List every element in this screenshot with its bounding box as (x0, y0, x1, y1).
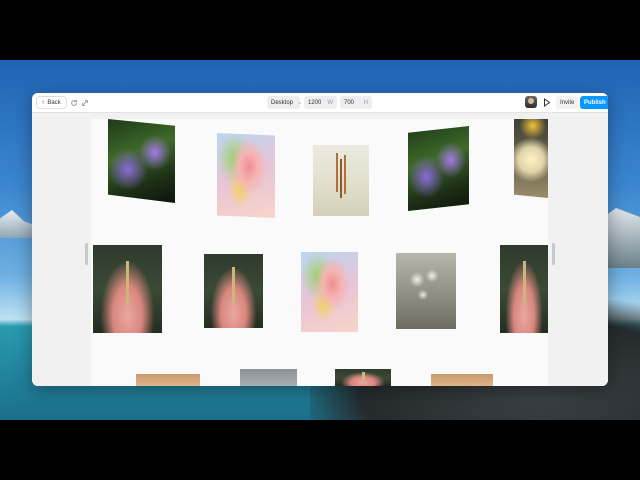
back-label: Back (47, 99, 61, 106)
gallery-image[interactable] (108, 119, 175, 203)
height-suffix: H (363, 99, 368, 106)
gallery-image[interactable] (431, 374, 493, 386)
gallery-image[interactable] (217, 133, 275, 218)
device-select-value: Desktop (271, 99, 294, 106)
resize-handle-right[interactable] (552, 243, 555, 265)
gallery-image[interactable] (93, 245, 162, 333)
expand-icon[interactable] (78, 96, 91, 109)
gallery-image[interactable] (313, 145, 369, 216)
height-value: 700 (344, 99, 355, 106)
publish-button[interactable]: Publish (580, 96, 608, 109)
gallery-image[interactable] (514, 119, 548, 198)
height-input[interactable]: 700 H (340, 96, 372, 109)
gallery-image[interactable] (240, 369, 297, 386)
device-select[interactable]: Desktop ⌄ (267, 96, 303, 109)
width-suffix: W (327, 99, 333, 106)
width-input[interactable]: 1200 W (304, 96, 337, 109)
gallery-image[interactable] (500, 245, 548, 333)
gallery-image[interactable] (136, 374, 200, 386)
preview-frame (91, 119, 548, 386)
play-icon[interactable] (541, 96, 553, 109)
invite-button[interactable]: Invite (556, 96, 579, 109)
back-button[interactable]: ‹ Back (36, 96, 67, 109)
gallery-image[interactable] (335, 369, 391, 386)
top-toolbar: ‹ Back Desktop ⌄ 1200 W 700 H Invite Pub… (32, 93, 608, 113)
chevron-left-icon: ‹ (42, 99, 45, 106)
gallery-image[interactable] (396, 253, 456, 329)
gallery-image[interactable] (408, 126, 469, 211)
canvas-area (32, 113, 608, 386)
gallery-image[interactable] (204, 254, 263, 328)
avatar[interactable] (525, 96, 537, 108)
resize-handle-left[interactable] (85, 243, 88, 265)
editor-window: ‹ Back Desktop ⌄ 1200 W 700 H Invite Pub… (32, 93, 608, 386)
width-value: 1200 (308, 99, 322, 106)
gallery-image[interactable] (301, 252, 358, 332)
chevron-down-icon: ⌄ (297, 100, 303, 106)
